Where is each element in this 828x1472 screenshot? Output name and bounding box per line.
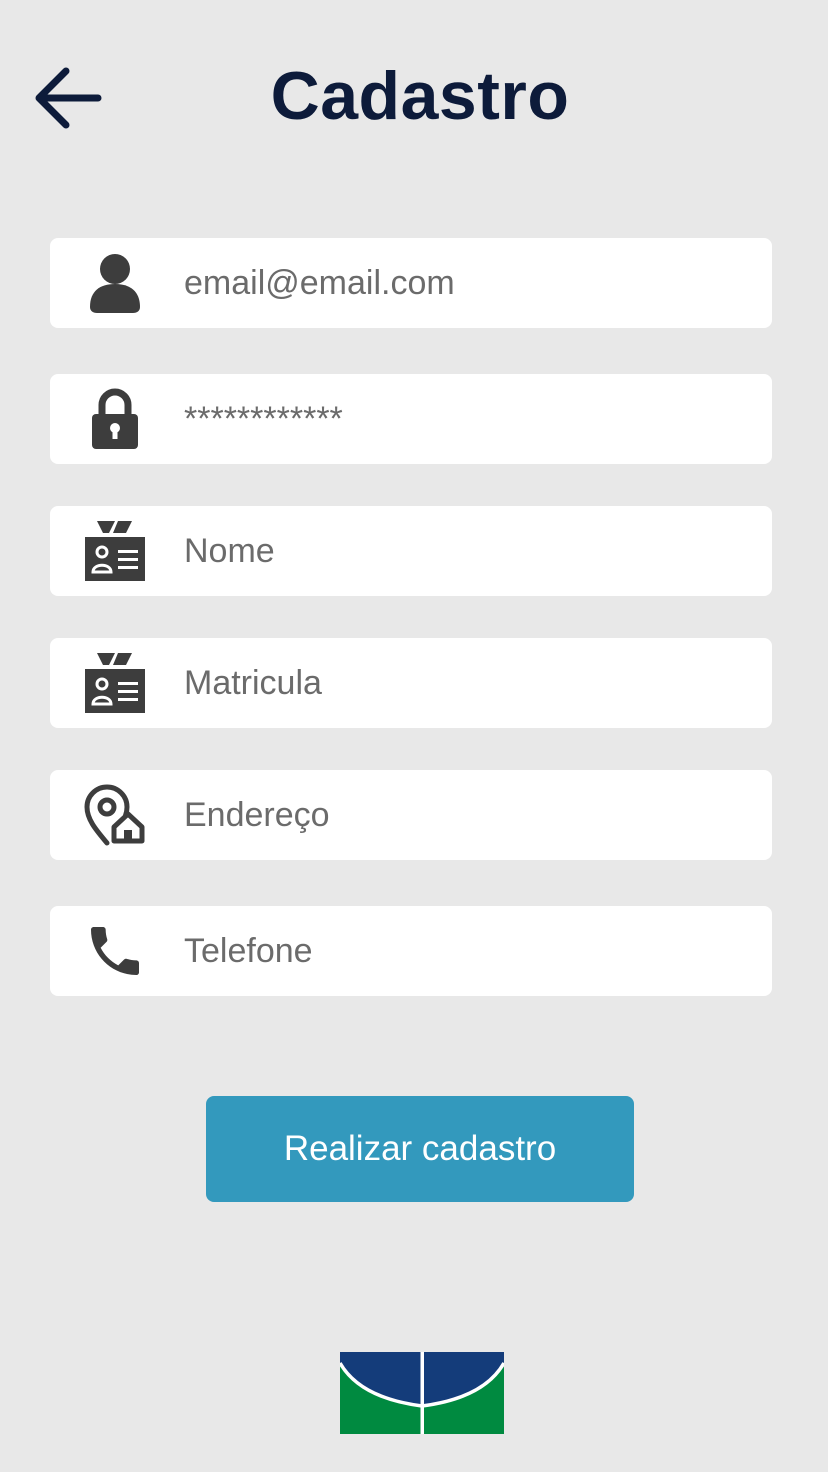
- name-input[interactable]: [184, 506, 744, 596]
- name-field[interactable]: [50, 506, 772, 596]
- id-badge-icon: [70, 638, 160, 728]
- user-icon: [70, 238, 160, 328]
- submit-button[interactable]: Realizar cadastro: [206, 1096, 634, 1202]
- email-input[interactable]: [184, 238, 744, 328]
- location-home-icon: [70, 770, 160, 860]
- id-badge-icon: [70, 506, 160, 596]
- phone-field[interactable]: [50, 906, 772, 996]
- university-logo: [338, 1352, 506, 1434]
- registration-field[interactable]: [50, 638, 772, 728]
- phone-icon: [70, 906, 160, 996]
- password-field[interactable]: [50, 374, 772, 464]
- address-input[interactable]: [184, 770, 744, 860]
- page-title: Cadastro: [270, 58, 570, 134]
- email-field[interactable]: [50, 238, 772, 328]
- registration-input[interactable]: [184, 638, 744, 728]
- address-field[interactable]: [50, 770, 772, 860]
- password-input[interactable]: [184, 374, 744, 464]
- phone-input[interactable]: [184, 906, 744, 996]
- lock-icon: [70, 374, 160, 464]
